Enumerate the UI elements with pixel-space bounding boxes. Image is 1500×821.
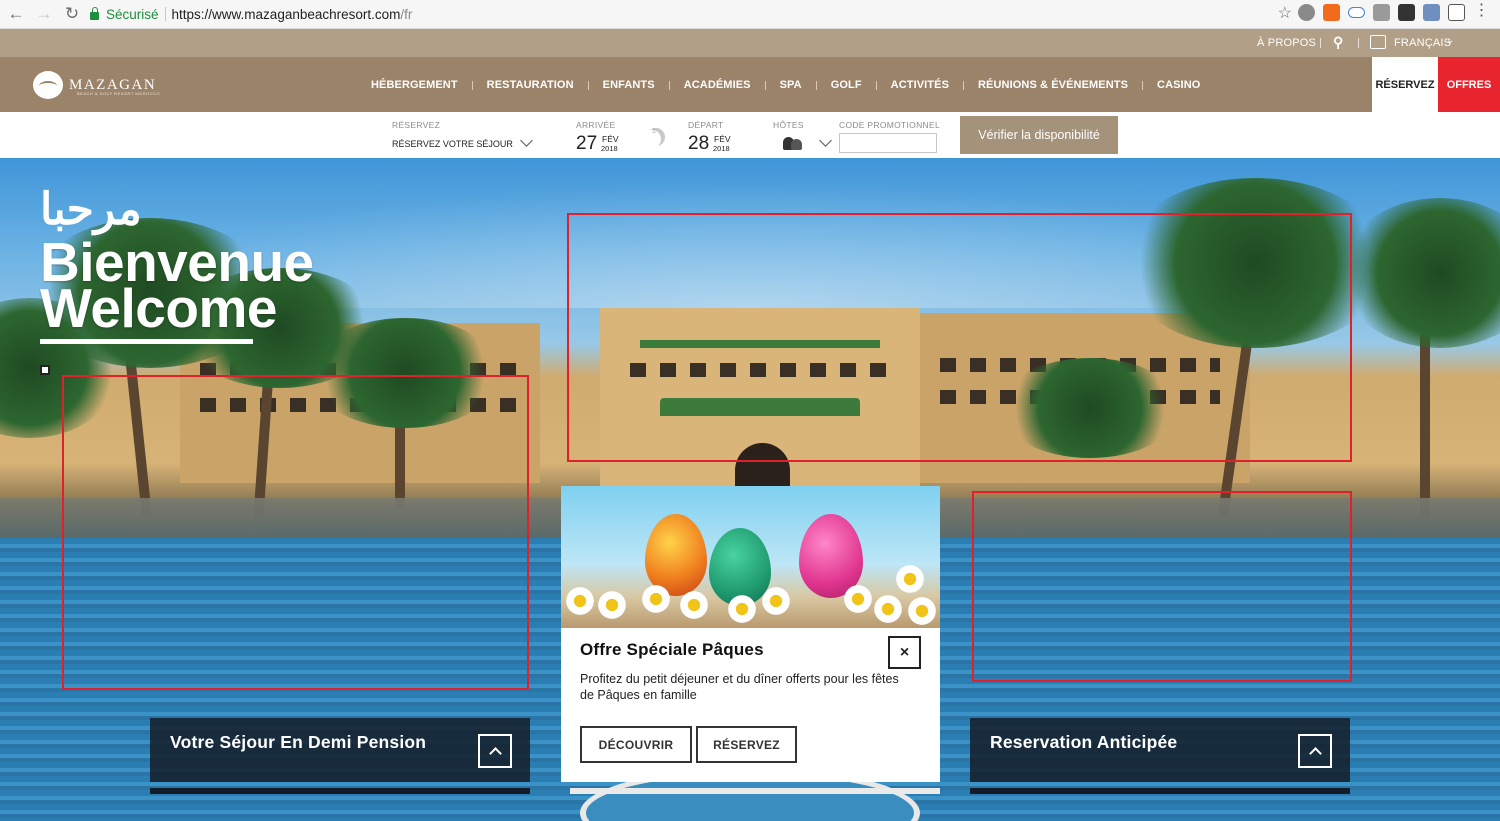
- extension-recycle-icon[interactable]: [1298, 4, 1315, 21]
- menu-item-golf[interactable]: GOLF: [817, 79, 876, 91]
- daisy: [761, 586, 791, 616]
- highlight-frame-left: [62, 375, 529, 690]
- departure-year: 2018: [713, 144, 730, 153]
- welcome-underline: [40, 339, 253, 344]
- card-underline: [970, 788, 1350, 794]
- reload-icon[interactable]: ↻: [60, 2, 84, 26]
- offers-nav-button[interactable]: OFFRES: [1438, 57, 1500, 112]
- easter-eggs-image: [561, 486, 940, 628]
- guests-icon[interactable]: [783, 136, 805, 150]
- booking-bar: RÉSERVEZ RÉSERVEZ VOTRE SÉJOUR ARRIVÉE 2…: [0, 112, 1500, 158]
- arrival-label: ARRIVÉE: [576, 120, 616, 130]
- address-bar[interactable]: Sécurisé https://www.mazaganbeachresort.…: [82, 3, 1292, 25]
- reserve-label: RÉSERVEZ: [392, 120, 441, 130]
- extension-orange-icon[interactable]: [1323, 4, 1340, 21]
- card-underline: [150, 788, 530, 794]
- back-icon[interactable]: ←: [4, 2, 28, 26]
- extension-camera-icon[interactable]: [1373, 4, 1390, 21]
- menu-item-casino[interactable]: CASINO: [1143, 79, 1214, 91]
- daisy: [907, 596, 937, 626]
- discover-button[interactable]: DÉCOUVRIR: [580, 726, 692, 763]
- departure-month: FÉV: [714, 134, 731, 144]
- chevron-down-icon[interactable]: [520, 134, 533, 147]
- browser-toolbar: ← → ↻ Sécurisé https://www.mazaganbeachr…: [0, 0, 1500, 29]
- logo-mark-icon: [33, 71, 63, 99]
- nights-count: 1: [652, 128, 656, 135]
- close-icon[interactable]: ×: [888, 636, 921, 669]
- browser-menu-icon[interactable]: ⋮: [1473, 3, 1490, 21]
- extension-cloud-icon[interactable]: [1348, 7, 1365, 18]
- daisy: [873, 594, 903, 624]
- chevron-up-icon[interactable]: [478, 734, 512, 768]
- offer-card-title: Votre Séjour En Demi Pension: [170, 732, 427, 752]
- menu-item-academies[interactable]: ACADÉMIES: [670, 79, 765, 91]
- chevron-up-icon[interactable]: [1298, 734, 1332, 768]
- lock-icon: [90, 7, 99, 20]
- check-availability-button[interactable]: Vérifier la disponibilité: [960, 116, 1118, 154]
- secure-label: Sécurisé: [106, 6, 159, 22]
- extension-translate-icon[interactable]: [1423, 4, 1440, 21]
- main-menu: HÉBERGEMENT RESTAURATION ENFANTS ACADÉMI…: [357, 79, 1214, 91]
- utility-divider: [1320, 38, 1321, 48]
- main-navigation: MAZAGAN BEACH & GOLF RESORT MOROCCO HÉBE…: [0, 57, 1500, 112]
- url-path: /fr: [400, 6, 413, 22]
- welcome-heading-en: Welcome: [40, 277, 277, 339]
- menu-item-hebergement[interactable]: HÉBERGEMENT: [357, 79, 472, 91]
- popup-title: Offre Spéciale Pâques: [580, 640, 764, 659]
- slide-indicator[interactable]: [40, 365, 50, 375]
- language-flag-icon: [1370, 35, 1386, 49]
- departure-label: DÉPART: [688, 120, 724, 130]
- nights-moon-icon: [647, 128, 665, 146]
- reserve-stay-select[interactable]: RÉSERVEZ VOTRE SÉJOUR: [392, 139, 513, 149]
- promo-code-label: CODE PROMOTIONNEL: [839, 120, 940, 130]
- forward-icon[interactable]: →: [32, 2, 56, 26]
- utility-divider: [1358, 38, 1359, 48]
- daisy: [597, 590, 627, 620]
- brand-tagline: BEACH & GOLF RESORT MOROCCO: [77, 91, 161, 96]
- popup-underline: [570, 788, 940, 794]
- arrival-year: 2018: [601, 144, 618, 153]
- extension-icons: ⋮: [1298, 3, 1490, 21]
- guests-label: HÔTES: [773, 120, 804, 130]
- menu-item-activites[interactable]: ACTIVITÉS: [877, 79, 963, 91]
- daisy: [641, 584, 671, 614]
- departure-day[interactable]: 28: [688, 133, 709, 155]
- extension-glasses-icon[interactable]: [1398, 4, 1415, 21]
- daisy: [679, 590, 709, 620]
- chevron-down-icon: ⌄: [1446, 35, 1455, 46]
- chevron-down-icon[interactable]: [819, 134, 832, 147]
- welcome-arabic: مرحبا: [40, 185, 142, 234]
- language-selector[interactable]: FRANÇAIS: [1394, 37, 1451, 49]
- url-host: https://www.mazaganbeachresort.com: [171, 6, 401, 22]
- search-icon[interactable]: ⚲: [1333, 34, 1343, 51]
- promo-code-input[interactable]: [839, 133, 937, 153]
- about-link[interactable]: À PROPOS: [1257, 37, 1316, 49]
- daisy: [895, 564, 925, 594]
- extension-screenshot-icon[interactable]: [1448, 4, 1465, 21]
- menu-item-reunions[interactable]: RÉUNIONS & ÉVÉNEMENTS: [964, 79, 1142, 91]
- utility-bar: À PROPOS ⚲ FRANÇAIS ⌄: [0, 29, 1500, 57]
- reserve-popup-button[interactable]: RÉSERVEZ: [696, 726, 797, 763]
- menu-item-enfants[interactable]: ENFANTS: [589, 79, 669, 91]
- brand-logo[interactable]: MAZAGAN BEACH & GOLF RESORT MOROCCO: [33, 71, 160, 99]
- offer-card-early-booking[interactable]: Reservation Anticipée: [970, 718, 1350, 782]
- menu-item-restauration[interactable]: RESTAURATION: [473, 79, 588, 91]
- highlight-frame-right: [972, 491, 1352, 682]
- bookmark-star-icon[interactable]: ☆: [1278, 3, 1292, 23]
- menu-item-spa[interactable]: SPA: [766, 79, 816, 91]
- arrival-month: FÉV: [602, 134, 619, 144]
- popup-description: Profitez du petit déjeuner et du dîner o…: [580, 672, 899, 702]
- url-divider: [164, 7, 166, 21]
- daisy: [843, 584, 873, 614]
- daisy: [727, 594, 757, 624]
- reserve-nav-button[interactable]: RÉSERVEZ: [1372, 57, 1438, 112]
- arrival-day[interactable]: 27: [576, 133, 597, 155]
- highlight-frame-top: [567, 213, 1352, 462]
- offer-card-title: Reservation Anticipée: [990, 732, 1178, 752]
- offer-card-half-board[interactable]: Votre Séjour En Demi Pension: [150, 718, 530, 782]
- easter-offer-popup: Offre Spéciale Pâques × Profitez du peti…: [561, 486, 940, 782]
- daisy: [565, 586, 595, 616]
